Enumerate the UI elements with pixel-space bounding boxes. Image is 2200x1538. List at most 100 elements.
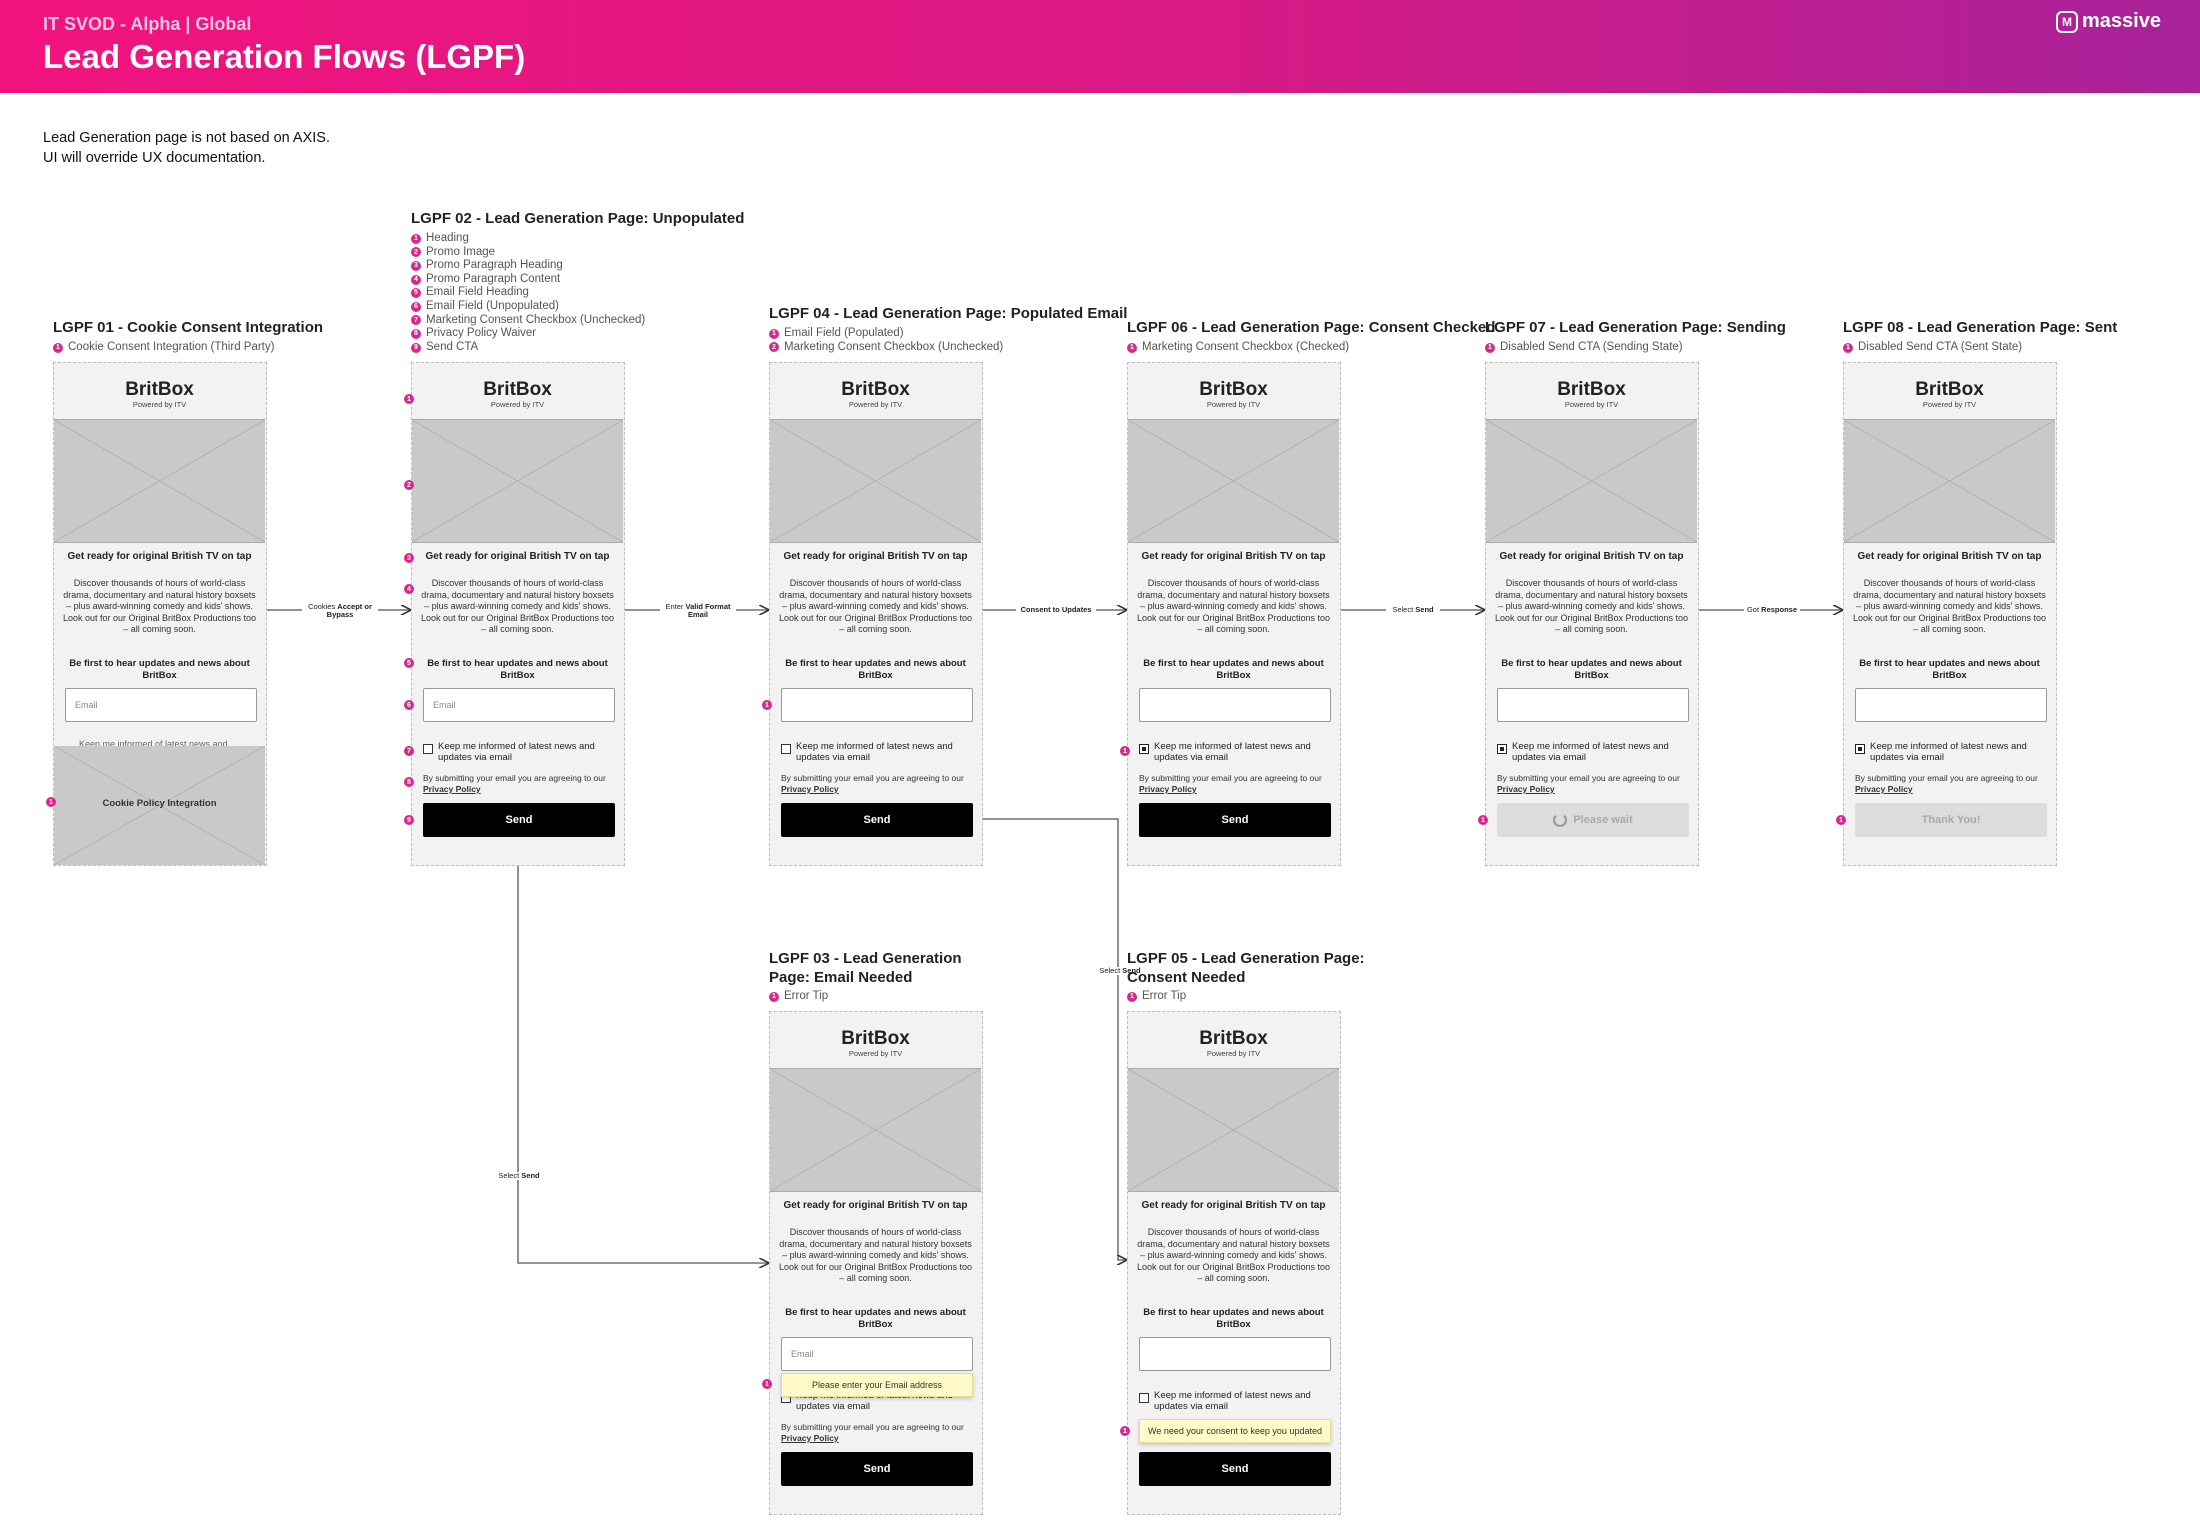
- privacy-waiver: By submitting your email you are agreein…: [1497, 773, 1680, 794]
- marker-1: 1: [762, 700, 772, 710]
- arrow-02-03: [517, 835, 768, 1263]
- flow-05-annotations: 1 Error Tip: [1127, 990, 1186, 1004]
- consent-checkbox[interactable]: Keep me informed of latest news and upda…: [1497, 741, 1692, 763]
- flow-06-annotations: 1 Marketing Consent Checkbox (Checked): [1127, 341, 1349, 355]
- brand-header: BritBox Powered by ITV: [1486, 363, 1697, 419]
- marker-8: 8: [404, 777, 414, 787]
- promo-image: [1127, 419, 1340, 543]
- checkbox-checked: [1139, 744, 1149, 754]
- email-field-populated[interactable]: [781, 688, 973, 722]
- brand-powered: Powered by ITV: [1206, 400, 1261, 409]
- promo-paragraph: Discover thousands of hours of world-cla…: [1852, 578, 2047, 634]
- promo-heading: Get ready for original British TV on tap: [783, 1200, 968, 1211]
- send-button[interactable]: Send: [781, 803, 973, 837]
- flow-03-title: LGPF 03 - Lead Generation Page: Email Nee…: [769, 950, 962, 986]
- flow-01-title: LGPF 01 - Cookie Consent Integration: [53, 319, 324, 336]
- email-heading: Be first to hear updates and news about …: [785, 658, 966, 681]
- send-button[interactable]: Send: [423, 803, 615, 837]
- promo-image: [1127, 1068, 1340, 1192]
- flow-07-annotations: 1 Disabled Send CTA (Sending State): [1485, 341, 1683, 355]
- brand-powered: Powered by ITV: [848, 1049, 903, 1058]
- email-heading: Be first to hear updates and news about …: [69, 658, 250, 681]
- email-field[interactable]: Email: [781, 1337, 973, 1371]
- privacy-waiver: By submitting your email you are agreein…: [781, 773, 964, 794]
- privacy-link[interactable]: Privacy Policy: [1139, 784, 1197, 794]
- promo-image: [769, 419, 982, 543]
- brand-powered: Powered by ITV: [1922, 400, 1977, 409]
- promo-image: [411, 419, 624, 543]
- brand-powered: Powered by ITV: [1564, 400, 1619, 409]
- privacy-link[interactable]: Privacy Policy: [781, 1433, 839, 1443]
- error-tip-email: Please enter your Email address: [781, 1373, 973, 1397]
- brand-name: BritBox: [483, 379, 552, 400]
- brand-name: BritBox: [125, 379, 194, 400]
- promo-paragraph: Discover thousands of hours of world-cla…: [778, 578, 973, 634]
- arrow-label-select-send: Select Send: [1386, 606, 1440, 614]
- send-button[interactable]: Send: [1139, 1452, 1331, 1486]
- privacy-waiver: By submitting your email you are agreein…: [1139, 773, 1322, 794]
- consent-checkbox[interactable]: Keep me informed of latest news and upda…: [781, 741, 976, 763]
- promo-heading: Get ready for original British TV on tap: [425, 551, 610, 562]
- privacy-waiver: By submitting your email you are agreein…: [781, 1422, 964, 1443]
- flow-02-frame: BritBox Powered by ITV Get ready for orig…: [411, 362, 625, 866]
- consent-checkbox[interactable]: Keep me informed of latest news and upda…: [423, 741, 618, 763]
- promo-paragraph: Discover thousands of hours of world-cla…: [420, 578, 615, 634]
- brand-header: BritBox Powered by ITV: [770, 1012, 981, 1068]
- brand-name: BritBox: [1557, 379, 1626, 400]
- privacy-link[interactable]: Privacy Policy: [423, 784, 481, 794]
- consent-checkbox[interactable]: Keep me informed of latest news and upda…: [1855, 741, 2050, 763]
- cookie-overlay-label: Cookie Policy Integration: [102, 798, 217, 809]
- privacy-link[interactable]: Privacy Policy: [1497, 784, 1555, 794]
- flow-02-annotations: 1 Heading 2 Promo Image 3 Promo Paragraph H…: [411, 232, 645, 354]
- arrow-label-select-send-02: Select Send: [494, 1172, 544, 1180]
- flow-07-frame: BritBox Powered by ITV Get ready for orig…: [1485, 362, 1699, 866]
- promo-paragraph: Discover thousands of hours of world-cla…: [778, 1227, 973, 1283]
- privacy-waiver: By submitting your email you are agreein…: [423, 773, 606, 794]
- send-button[interactable]: Send: [781, 1452, 973, 1486]
- marker-5: 5: [404, 658, 414, 668]
- arrow-label-consent: Consent to Updates: [1016, 606, 1096, 614]
- marker-1: 1: [1120, 746, 1130, 756]
- send-button-disabled-sent: Thank You!: [1855, 803, 2047, 837]
- arrow-label-cookies: Cookies Accept or Bypass: [302, 603, 378, 619]
- flow-01-annotations: 1 Cookie Consent Integration (Third Party…: [53, 341, 274, 355]
- brand-header: BritBox Powered by ITV: [412, 363, 623, 419]
- privacy-link[interactable]: Privacy Policy: [781, 784, 839, 794]
- consent-checkbox[interactable]: Keep me informed of latest news and upda…: [1139, 1390, 1334, 1412]
- flow-02-title: LGPF 02 - Lead Generation Page: Unpopula…: [411, 210, 745, 227]
- email-field[interactable]: Email: [423, 688, 615, 722]
- checkbox-checked: [1855, 744, 1865, 754]
- checkbox-checked: [1497, 744, 1507, 754]
- email-heading: Be first to hear updates and news about …: [1501, 658, 1682, 681]
- promo-heading: Get ready for original British TV on tap: [1141, 551, 1326, 562]
- arrow-label-got-response: Got Response: [1744, 606, 1800, 614]
- flow-08-title: LGPF 08 - Lead Generation Page: Sent: [1843, 319, 2118, 336]
- promo-paragraph: Discover thousands of hours of world-cla…: [1136, 578, 1331, 634]
- marker-2: 2: [404, 480, 414, 490]
- send-button[interactable]: Send: [1139, 803, 1331, 837]
- privacy-link[interactable]: Privacy Policy: [1855, 784, 1913, 794]
- brand-header: BritBox Powered by ITV: [1844, 363, 2055, 419]
- marker-7: 7: [404, 746, 414, 756]
- brand-name: BritBox: [1199, 379, 1268, 400]
- brand-name: BritBox: [841, 1028, 910, 1049]
- email-field[interactable]: Email: [65, 688, 257, 722]
- consent-checkbox[interactable]: Keep me informed of latest news and upda…: [1139, 741, 1334, 763]
- email-field-populated[interactable]: [1139, 688, 1331, 722]
- email-heading: Be first to hear updates and news about …: [785, 1307, 966, 1330]
- email-field-populated[interactable]: [1139, 1337, 1331, 1371]
- email-field-populated[interactable]: [1497, 688, 1689, 722]
- privacy-waiver: By submitting your email you are agreein…: [1855, 773, 2038, 794]
- error-tip-consent: We need your consent to keep you updated: [1139, 1419, 1331, 1443]
- cookie-overlay[interactable]: Cookie Policy Integration: [54, 746, 265, 865]
- promo-paragraph: Discover thousands of hours of world-cla…: [1136, 1227, 1331, 1283]
- marker-1: 1: [46, 797, 56, 807]
- email-heading: Be first to hear updates and news about …: [427, 658, 608, 681]
- marker-1: 1: [1836, 815, 1846, 825]
- email-heading: Be first to hear updates and news about …: [1859, 658, 2040, 681]
- promo-paragraph: Discover thousands of hours of world-cla…: [62, 578, 257, 634]
- checkbox-unchecked: [423, 744, 433, 754]
- email-field-populated[interactable]: [1855, 688, 2047, 722]
- email-heading: Be first to hear updates and news about …: [1143, 658, 1324, 681]
- marker-1: 1: [762, 1379, 772, 1389]
